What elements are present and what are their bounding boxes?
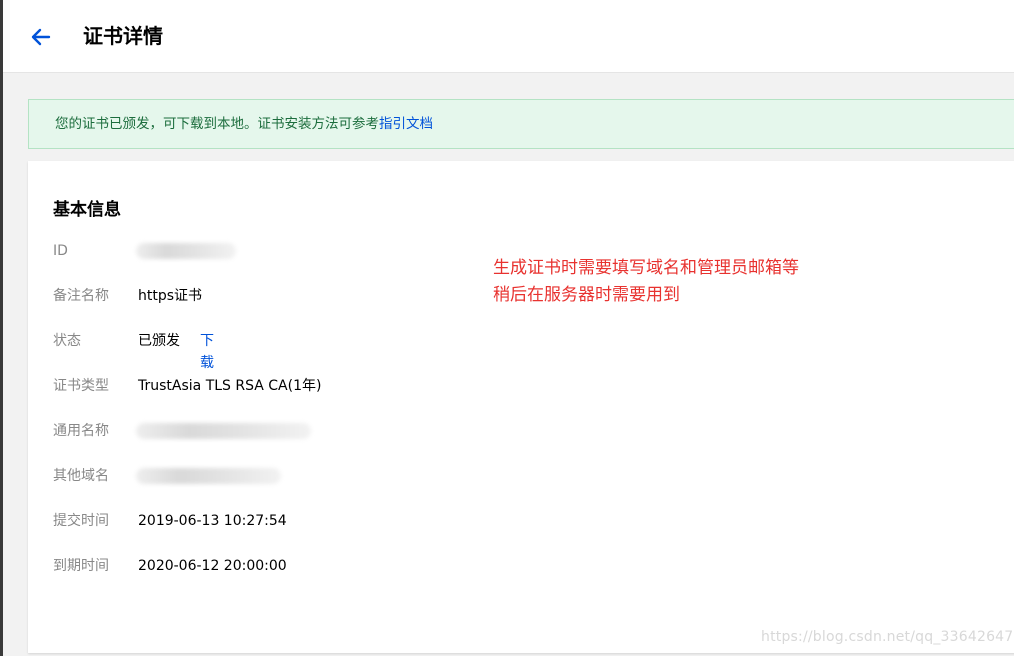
row-label: 证书类型 [53,378,109,394]
row-value: TrustAsia TLS RSA CA(1年) [138,378,322,394]
row-label: ID [53,243,68,259]
row-value: 2019-06-13 10:27:54 [138,513,287,529]
basic-info-card: 基本信息 ID 备注名称 https证书 状态 已颁发 下载 证书类型 Trus… [28,161,1014,653]
row-label: 到期时间 [53,558,109,574]
notice-text: 您的证书已颁发，可下载到本地。证书安装方法可参考 [55,116,379,132]
row-label: 通用名称 [53,423,109,439]
guide-doc-link[interactable]: 指引文档 [379,116,433,132]
download-link[interactable]: 下载 [200,330,214,374]
row-value: 2020-06-12 20:00:00 [138,558,287,574]
arrow-left-icon[interactable] [28,24,54,50]
row-label: 提交时间 [53,513,109,529]
page-title: 证书详情 [83,24,163,48]
section-title: 基本信息 [53,200,121,220]
success-notice: 您的证书已颁发，可下载到本地。证书安装方法可参考指引文档 [28,99,1014,149]
row-label: 状态 [53,333,81,349]
redacted-value [136,423,311,439]
red-annotation: 生成证书时需要填写域名和管理员邮箱等 稍后在服务器时需要用到 [493,255,799,309]
row-label: 其他域名 [53,468,109,484]
window-left-edge [0,0,3,656]
redacted-value [136,468,281,484]
annotation-line: 生成证书时需要填写域名和管理员邮箱等 [493,258,799,278]
row-label: 备注名称 [53,288,109,304]
status-value: 已颁发 [138,333,180,349]
annotation-line: 稍后在服务器时需要用到 [493,285,680,305]
watermark: https://blog.csdn.net/qq_33642647 [761,629,1014,645]
row-value: https证书 [138,288,203,304]
page-header: 证书详情 [3,0,1014,73]
redacted-value [136,243,236,259]
